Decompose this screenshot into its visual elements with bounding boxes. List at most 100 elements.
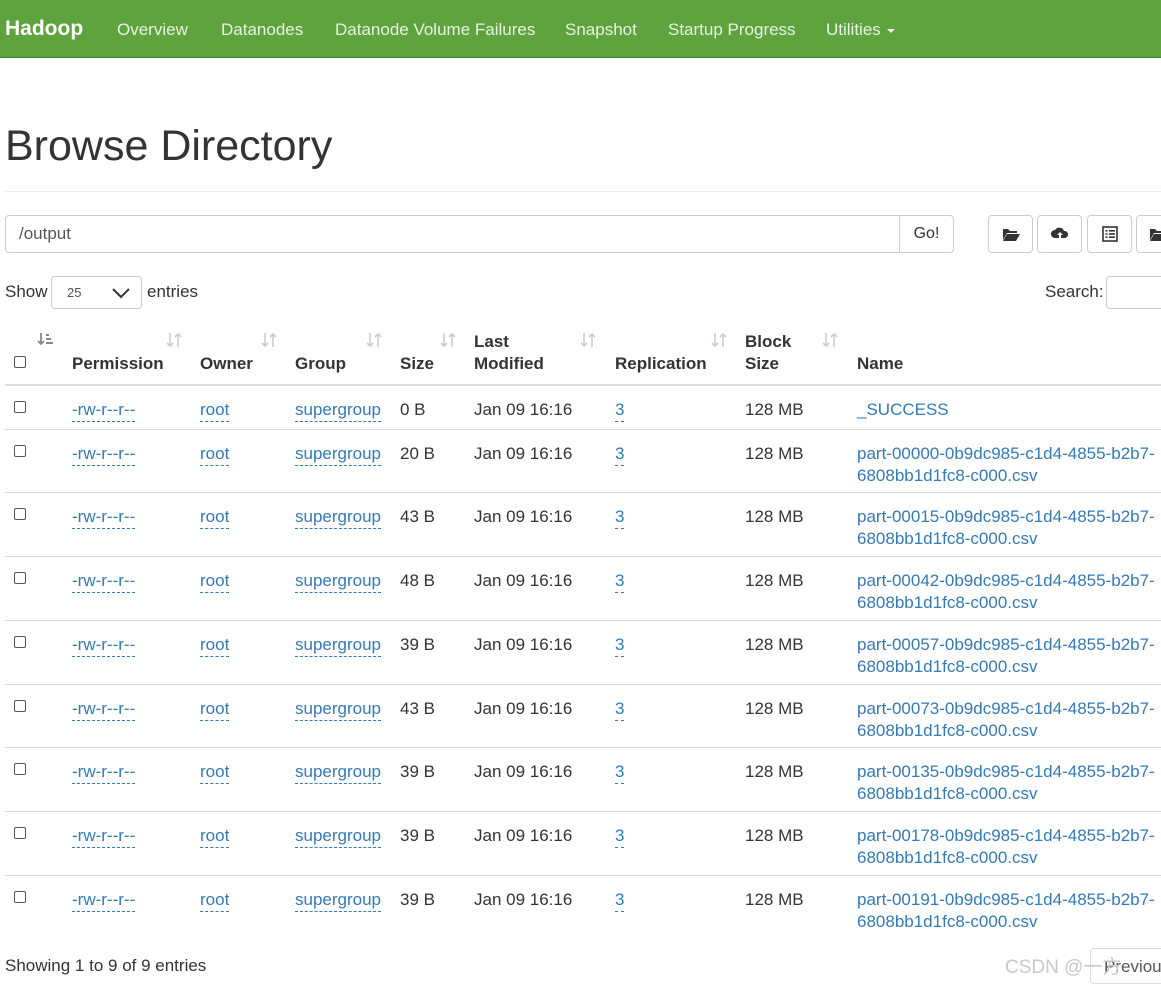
row-checkbox[interactable] [14, 700, 26, 712]
group-cell[interactable]: supergroup [295, 889, 382, 912]
row-checkbox[interactable] [14, 891, 26, 903]
page-title: Browse Directory [5, 122, 333, 170]
csdn-watermark: CSDN @一方 [1005, 957, 1122, 978]
replication-cell[interactable]: 3 [615, 761, 625, 784]
replication-cell[interactable]: 3 [615, 825, 625, 848]
group-cell[interactable]: supergroup [295, 570, 382, 593]
owner-cell[interactable]: root [200, 761, 230, 784]
entries-length-select[interactable]: 25 [51, 276, 142, 309]
nav-startup-progress[interactable]: Startup Progress [668, 20, 796, 40]
list-icon [1101, 226, 1118, 242]
owner-cell[interactable]: root [200, 506, 230, 529]
row-checkbox[interactable] [14, 401, 26, 413]
file-name-link[interactable]: part-00015-0b9dc985-c1d4-4855-b2b7-6808b… [857, 506, 1161, 550]
select-all-checkbox[interactable] [14, 356, 26, 368]
last-modified-cell: Jan 09 16:16 [474, 444, 573, 463]
permission-cell[interactable]: -rw-r--r-- [72, 634, 136, 657]
row-checkbox[interactable] [14, 827, 26, 839]
file-name-link[interactable]: part-00135-0b9dc985-c1d4-4855-b2b7-6808b… [857, 761, 1161, 805]
sort-both-icon[interactable] [822, 332, 838, 348]
permission-cell[interactable]: -rw-r--r-- [72, 825, 136, 848]
replication-cell[interactable]: 3 [615, 399, 625, 422]
row-checkbox[interactable] [14, 636, 26, 648]
sort-both-icon[interactable] [580, 332, 596, 348]
nav-utilities-dropdown[interactable]: Utilities [826, 20, 895, 40]
column-header-name[interactable]: Name [857, 353, 903, 375]
sort-asc-icon[interactable] [37, 332, 55, 348]
size-cell: 39 B [400, 890, 435, 909]
group-cell[interactable]: supergroup [295, 698, 382, 721]
sort-both-icon[interactable] [261, 332, 277, 348]
group-cell[interactable]: supergroup [295, 506, 382, 529]
table-row: -rw-r--r-- root supergroup 39 B Jan 09 1… [5, 876, 1161, 940]
title-divider [5, 191, 1161, 192]
go-button[interactable]: Go! [899, 215, 954, 253]
group-cell[interactable]: supergroup [295, 443, 382, 466]
owner-cell[interactable]: root [200, 825, 230, 848]
upload-button[interactable] [1037, 215, 1082, 253]
nav-snapshot[interactable]: Snapshot [565, 20, 637, 40]
permission-cell[interactable]: -rw-r--r-- [72, 889, 136, 912]
owner-cell[interactable]: root [200, 399, 230, 422]
brand-logo[interactable]: Hadoop [5, 17, 83, 41]
last-modified-cell: Jan 09 16:16 [474, 826, 573, 845]
row-checkbox[interactable] [14, 572, 26, 584]
permission-cell[interactable]: -rw-r--r-- [72, 506, 136, 529]
column-header-owner[interactable]: Owner [200, 353, 253, 375]
nav-datanodes[interactable]: Datanodes [221, 20, 303, 40]
top-navbar: Hadoop Overview Datanodes Datanode Volum… [0, 0, 1161, 58]
owner-cell[interactable]: root [200, 443, 230, 466]
sort-both-icon[interactable] [166, 332, 182, 348]
column-header-group[interactable]: Group [295, 353, 346, 375]
cut-paste-button[interactable] [1087, 215, 1132, 253]
row-checkbox[interactable] [14, 763, 26, 775]
replication-cell[interactable]: 3 [615, 634, 625, 657]
directory-path-input[interactable] [5, 215, 900, 253]
permission-cell[interactable]: -rw-r--r-- [72, 443, 136, 466]
file-name-link[interactable]: part-00000-0b9dc985-c1d4-4855-b2b7-6808b… [857, 443, 1161, 487]
group-cell[interactable]: supergroup [295, 399, 382, 422]
file-name-link[interactable]: part-00191-0b9dc985-c1d4-4855-b2b7-6808b… [857, 889, 1161, 933]
folder-button[interactable] [1136, 215, 1161, 253]
group-cell[interactable]: supergroup [295, 634, 382, 657]
file-name-link[interactable]: part-00073-0b9dc985-c1d4-4855-b2b7-6808b… [857, 698, 1161, 742]
block-size-cell: 128 MB [745, 762, 804, 781]
file-name-link[interactable]: part-00042-0b9dc985-c1d4-4855-b2b7-6808b… [857, 570, 1161, 614]
owner-cell[interactable]: root [200, 889, 230, 912]
replication-cell[interactable]: 3 [615, 443, 625, 466]
search-input[interactable] [1106, 276, 1161, 309]
sort-both-icon[interactable] [440, 332, 456, 348]
permission-cell[interactable]: -rw-r--r-- [72, 570, 136, 593]
replication-cell[interactable]: 3 [615, 570, 625, 593]
column-header-last-modified[interactable]: Last Modified [474, 331, 554, 375]
permission-cell[interactable]: -rw-r--r-- [72, 761, 136, 784]
owner-cell[interactable]: root [200, 634, 230, 657]
group-cell[interactable]: supergroup [295, 761, 382, 784]
create-directory-button[interactable] [988, 215, 1033, 253]
table-row: -rw-r--r-- root supergroup 43 B Jan 09 1… [5, 493, 1161, 557]
row-checkbox[interactable] [14, 508, 26, 520]
column-header-replication[interactable]: Replication [615, 353, 707, 375]
owner-cell[interactable]: root [200, 570, 230, 593]
sort-both-icon[interactable] [366, 332, 382, 348]
replication-cell[interactable]: 3 [615, 889, 625, 912]
file-name-link[interactable]: _SUCCESS [857, 399, 1161, 421]
group-cell[interactable]: supergroup [295, 825, 382, 848]
replication-cell[interactable]: 3 [615, 698, 625, 721]
file-name-link[interactable]: part-00057-0b9dc985-c1d4-4855-b2b7-6808b… [857, 634, 1161, 678]
table-row: -rw-r--r-- root supergroup 20 B Jan 09 1… [5, 430, 1161, 493]
permission-cell[interactable]: -rw-r--r-- [72, 698, 136, 721]
show-label: Show [5, 282, 48, 301]
column-header-size[interactable]: Size [400, 353, 434, 375]
column-header-block-size[interactable]: Block Size [745, 331, 795, 375]
sort-both-icon[interactable] [711, 332, 727, 348]
owner-cell[interactable]: root [200, 698, 230, 721]
column-header-permission[interactable]: Permission [72, 353, 164, 375]
table-row: -rw-r--r-- root supergroup 39 B Jan 09 1… [5, 812, 1161, 876]
permission-cell[interactable]: -rw-r--r-- [72, 399, 136, 422]
row-checkbox[interactable] [14, 445, 26, 457]
replication-cell[interactable]: 3 [615, 506, 625, 529]
file-name-link[interactable]: part-00178-0b9dc985-c1d4-4855-b2b7-6808b… [857, 825, 1161, 869]
nav-datanode-volume-failures[interactable]: Datanode Volume Failures [335, 20, 535, 40]
nav-overview[interactable]: Overview [117, 20, 188, 40]
